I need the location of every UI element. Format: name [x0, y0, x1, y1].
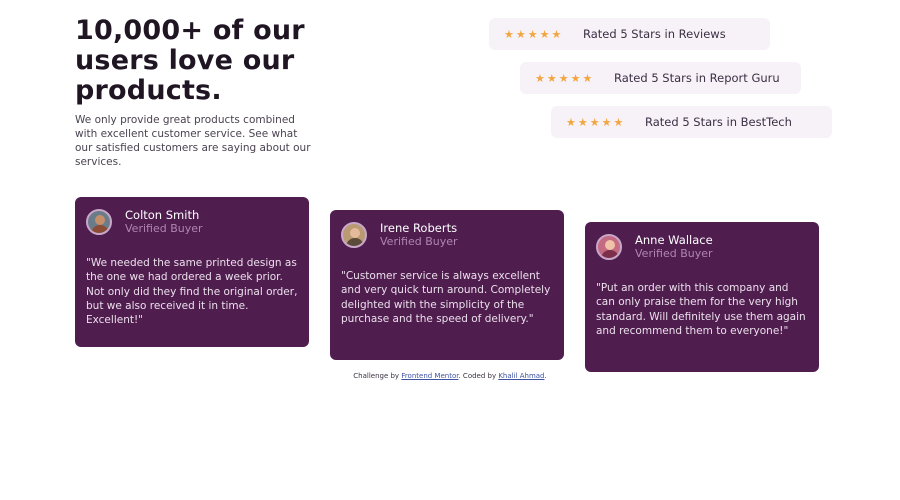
star-icon: ★: [539, 27, 550, 41]
attribution-middle: . Coded by: [458, 372, 497, 380]
testimonial-quote: "Customer service is always excellent an…: [341, 270, 551, 325]
reviewer-role: Verified Buyer: [635, 247, 713, 260]
testimonial-quote: "Put an order with this company and can …: [596, 282, 806, 337]
reviewer-role: Verified Buyer: [380, 235, 458, 248]
testimonial-card: Colton Smith Verified Buyer "We needed t…: [75, 197, 309, 347]
star-icon: ★: [589, 115, 600, 129]
frontend-mentor-link[interactable]: Frontend Mentor: [401, 372, 458, 380]
star-rating: ★ ★ ★ ★ ★: [535, 73, 614, 84]
star-icon: ★: [546, 71, 557, 85]
page-title: 10,000+ of our users love our products.: [75, 15, 305, 106]
author-link[interactable]: Khalil Ahmad: [498, 372, 544, 380]
rating-label: Rated 5 Stars in BestTech: [645, 115, 792, 129]
star-icon: ★: [582, 71, 593, 85]
testimonial-card: Irene Roberts Verified Buyer "Customer s…: [330, 210, 564, 360]
rating-label: Rated 5 Stars in Reviews: [583, 27, 726, 41]
star-icon: ★: [535, 71, 545, 85]
testimonial-header: Colton Smith Verified Buyer: [86, 208, 298, 236]
reviewer-name: Colton Smith: [125, 208, 200, 222]
reviewer-role: Verified Buyer: [125, 222, 203, 235]
testimonial-card: Anne Wallace Verified Buyer "Put an orde…: [585, 222, 819, 372]
testimonial-header: Anne Wallace Verified Buyer: [596, 233, 808, 261]
testimonial-quote: "We needed the same printed design as th…: [86, 257, 298, 327]
attribution-suffix: .: [544, 372, 547, 380]
star-icon: ★: [577, 115, 588, 129]
rating-reviews: ★ ★ ★ ★ ★ Rated 5 Stars in Reviews: [489, 18, 770, 50]
star-icon: ★: [566, 115, 576, 129]
reviewer-name: Irene Roberts: [380, 221, 458, 235]
avatar: [596, 234, 622, 260]
star-rating: ★ ★ ★ ★ ★: [566, 117, 645, 128]
rating-report-guru: ★ ★ ★ ★ ★ Rated 5 Stars in Report Guru: [520, 62, 801, 94]
star-icon: ★: [527, 27, 538, 41]
attribution: Challenge by Frontend Mentor. Coded by K…: [0, 372, 900, 380]
star-icon: ★: [558, 71, 569, 85]
star-rating: ★ ★ ★ ★ ★: [504, 29, 583, 40]
rating-besttech: ★ ★ ★ ★ ★ Rated 5 Stars in BestTech: [551, 106, 832, 138]
testimonial-header: Irene Roberts Verified Buyer: [341, 221, 553, 249]
star-icon: ★: [570, 71, 581, 85]
star-icon: ★: [601, 115, 612, 129]
star-icon: ★: [551, 27, 562, 41]
star-icon: ★: [504, 27, 514, 41]
avatar: [341, 222, 367, 248]
star-icon: ★: [613, 115, 624, 129]
rating-label: Rated 5 Stars in Report Guru: [614, 71, 780, 85]
reviewer-name: Anne Wallace: [635, 233, 713, 247]
star-icon: ★: [515, 27, 526, 41]
intro-text: We only provide great products combined …: [75, 114, 311, 168]
attribution-prefix: Challenge by: [353, 372, 400, 380]
avatar: [86, 209, 112, 235]
